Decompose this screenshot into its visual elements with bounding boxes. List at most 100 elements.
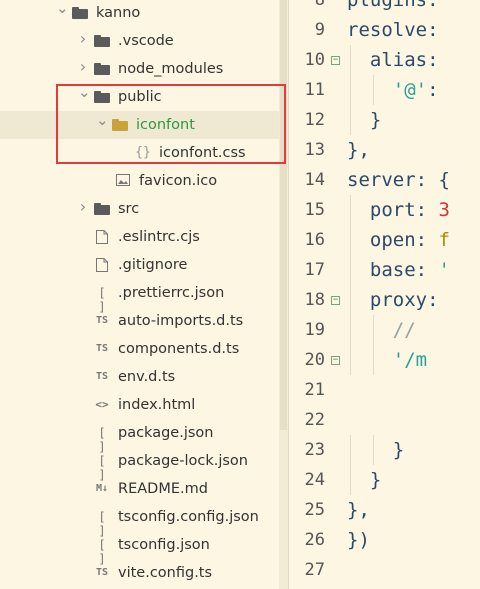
tree-item-label: README.md [118, 481, 208, 497]
tree-file--eslintrc-cjs[interactable]: .eslintrc.cjs [0, 223, 279, 251]
line-number: 9 [314, 20, 325, 40]
code-line[interactable]: 18− proxy: [289, 285, 480, 315]
line-number: 20 [304, 350, 325, 370]
code-text: alias: [347, 49, 439, 71]
tree-item-label: .vscode [118, 33, 174, 49]
explorer-scrollbar[interactable] [279, 0, 288, 589]
file-explorer: ⌄ kanno › .vscode › node_modules ⌄ public ⌄ iconf… [0, 0, 279, 589]
code-text: '/m [392, 349, 428, 371]
code-line[interactable]: 21 [289, 375, 480, 405]
fold-toggle-icon[interactable]: − [331, 56, 340, 65]
line-number: 21 [304, 380, 325, 400]
tree-item-label: index.html [118, 397, 196, 413]
tree-file-favicon-ico[interactable]: favicon.ico [0, 167, 279, 195]
code-editor[interactable]: 8 plugins: 9 resolve: 10− alias: 11 '@': 12 } 1… [288, 0, 480, 589]
code-line[interactable]: 19 // [289, 315, 480, 345]
tree-item-label: tsconfig.config.json [118, 509, 259, 525]
tree-item-label: env.d.ts [118, 369, 176, 385]
code-line[interactable]: 20− '/m [289, 345, 480, 375]
typescript-icon: TS [95, 343, 109, 354]
chevron-right-icon[interactable]: › [78, 199, 88, 215]
tree-folder-iconfont[interactable]: ⌄ iconfont [0, 111, 279, 139]
tree-item-label: .gitignore [118, 257, 188, 273]
code-line[interactable]: 16 open: f [289, 225, 480, 255]
code-text: port: 3 [347, 199, 450, 221]
tree-file-vite-config-ts[interactable]: TS vite.config.ts [0, 559, 279, 587]
code-text: }) [347, 529, 370, 551]
tree-file-components-d-ts[interactable]: TS components.d.ts [0, 335, 279, 363]
chevron-down-icon[interactable]: ⌄ [78, 85, 91, 100]
line-number: 25 [304, 500, 325, 520]
typescript-icon: TS [95, 371, 109, 382]
code-line[interactable]: 14 server: { [289, 165, 480, 195]
typescript-icon: TS [95, 567, 109, 578]
line-number: 16 [304, 230, 325, 250]
code-text: open: f [347, 229, 450, 251]
html-icon: <> [95, 398, 109, 411]
code-line[interactable]: 25}, [289, 495, 480, 525]
line-number: 17 [304, 260, 325, 280]
document-icon [94, 230, 110, 244]
code-line[interactable]: 8 plugins: [289, 0, 480, 15]
tree-file--gitignore[interactable]: .gitignore [0, 251, 279, 279]
line-number: 8 [314, 0, 325, 10]
code-text: base: ' [347, 259, 450, 281]
fold-toggle-icon[interactable]: − [331, 356, 340, 365]
tree-file-package-lock-json[interactable]: [ ] package-lock.json [0, 447, 279, 482]
line-number: 18 [304, 290, 325, 310]
tree-folder-node-modules[interactable]: › node_modules [0, 55, 279, 83]
json-icon: [ ] [98, 426, 106, 454]
tree-file-package-json[interactable]: [ ] package.json [0, 419, 279, 454]
code-text: } [347, 109, 382, 131]
json-icon: [ ] [98, 510, 106, 538]
tree-file-env-d-ts[interactable]: TS env.d.ts [0, 363, 279, 391]
tree-item-label: .eslintrc.cjs [118, 229, 200, 245]
folder-icon [94, 35, 110, 47]
code-line[interactable]: 12 } [289, 105, 480, 135]
line-number: 19 [304, 320, 325, 340]
code-line[interactable]: 10− alias: [289, 45, 480, 75]
tree-item-label: favicon.ico [139, 173, 218, 189]
tree-item-label: iconfont [136, 117, 195, 133]
tree-file-iconfont-css[interactable]: {} iconfont.css [0, 139, 279, 167]
tree-file-readme-md[interactable]: M↓ README.md [0, 475, 279, 503]
fold-toggle-icon[interactable]: − [331, 296, 340, 305]
code-line[interactable]: 13}, [289, 135, 480, 165]
chevron-right-icon[interactable]: › [78, 59, 88, 75]
chevron-down-icon[interactable]: ⌄ [56, 1, 69, 16]
tree-file-auto-imports-d-ts[interactable]: TS auto-imports.d.ts [0, 307, 279, 335]
code-line[interactable]: 23 } [289, 435, 480, 465]
code-line[interactable]: 11 '@': [289, 75, 480, 105]
code-text: } [347, 469, 382, 491]
chevron-down-icon[interactable]: ⌄ [96, 113, 109, 128]
code-text: '@': [392, 79, 439, 101]
tree-file--prettierrc-json[interactable]: [ ] .prettierrc.json [0, 279, 279, 314]
tree-file-index-html[interactable]: <> index.html [0, 391, 279, 419]
tree-file-tsconfig-config-json[interactable]: [ ] tsconfig.config.json [0, 503, 279, 538]
tree-folder-src[interactable]: › src [0, 195, 279, 223]
tree-item-label: package-lock.json [118, 453, 248, 469]
code-line[interactable]: 22 [289, 405, 480, 435]
code-line[interactable]: 26}) [289, 525, 480, 555]
line-number: 11 [304, 80, 325, 100]
document-icon [94, 258, 110, 272]
tree-item-label: src [118, 201, 140, 217]
folder-open-icon [112, 119, 128, 131]
line-number: 10 [304, 50, 325, 70]
code-line[interactable]: 24 } [289, 465, 480, 495]
tree-item-label: package.json [118, 425, 214, 441]
code-text: }, [347, 499, 370, 521]
tree-item-label: node_modules [118, 61, 224, 77]
code-line[interactable]: 15 port: 3 [289, 195, 480, 225]
explorer-scrollbar-thumb[interactable] [280, 0, 287, 430]
code-line[interactable]: 27 [289, 555, 480, 585]
tree-folder-kanno[interactable]: ⌄ kanno [0, 0, 279, 27]
tree-folder--vscode[interactable]: › .vscode [0, 27, 279, 55]
chevron-right-icon[interactable]: › [78, 31, 88, 47]
code-line[interactable]: 9 resolve: [289, 15, 480, 45]
code-text: proxy: [347, 289, 439, 311]
tree-item-label: .prettierrc.json [118, 285, 225, 301]
code-line[interactable]: 17 base: ' [289, 255, 480, 285]
tree-folder-public[interactable]: ⌄ public [0, 83, 279, 111]
tree-file-tsconfig-json[interactable]: [ ] tsconfig.json [0, 531, 279, 566]
